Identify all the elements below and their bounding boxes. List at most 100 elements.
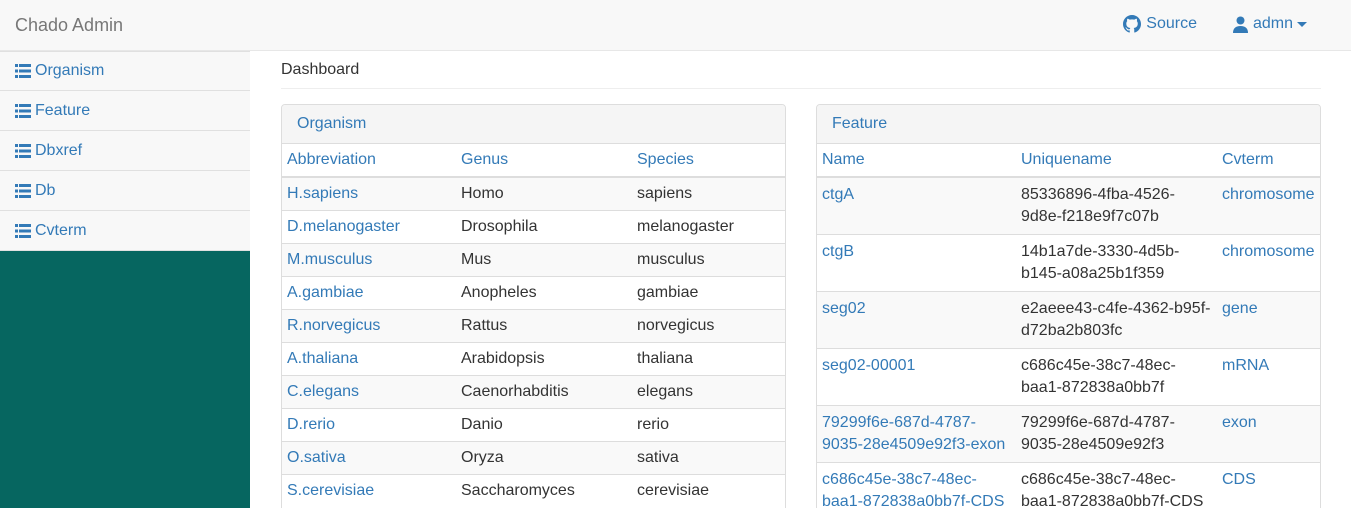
table-header-row: Abbreviation Genus Species <box>282 144 785 178</box>
organism-species: melanogaster <box>632 210 785 244</box>
table-row: O.sativa Oryza sativa <box>282 441 785 475</box>
organism-abbreviation-link[interactable]: D.rerio <box>282 408 456 442</box>
sidebar-item-cvterm[interactable]: Cvterm <box>0 211 250 251</box>
feature-name-link[interactable]: ctgB <box>817 234 1016 292</box>
feature-uniquename: 14b1a7de-3330-4d5b-b145-a08a25b1f359 <box>1016 234 1217 292</box>
organism-panel-heading[interactable]: Organism <box>282 105 785 144</box>
feature-cvterm-link[interactable]: chromosome <box>1217 234 1320 292</box>
organism-genus: Mus <box>456 243 632 277</box>
organism-abbreviation-link[interactable]: A.thaliana <box>282 342 456 376</box>
feature-cvterm-link[interactable]: mRNA <box>1217 348 1320 406</box>
app-brand[interactable]: Chado Admin <box>15 14 123 36</box>
column-header-cvterm[interactable]: Cvterm <box>1217 144 1320 178</box>
sidebar-item-label: Dbxref <box>35 141 83 159</box>
organism-species: cerevisiae <box>632 474 785 508</box>
table-header-row: Name Uniquename Cvterm <box>817 144 1320 178</box>
organism-panel: Organism Abbreviation Genus Species H.sa… <box>281 104 786 508</box>
feature-cvterm-link[interactable]: gene <box>1217 291 1320 349</box>
feature-name-link[interactable]: c686c45e-38c7-48ec-baa1-872838a0bb7f-CDS <box>817 462 1016 508</box>
column-header-species[interactable]: Species <box>632 144 785 178</box>
feature-panel-heading[interactable]: Feature <box>817 105 1320 144</box>
organism-species: sativa <box>632 441 785 475</box>
organism-species: thaliana <box>632 342 785 376</box>
feature-name-link[interactable]: 79299f6e-687d-4787-9035-28e4509e92f3-exo… <box>817 405 1016 463</box>
organism-genus: Rattus <box>456 309 632 343</box>
sidebar-item-dbxref[interactable]: Dbxref <box>0 131 250 171</box>
github-icon <box>1123 15 1142 33</box>
column-header-name[interactable]: Name <box>817 144 1016 178</box>
organism-genus: Arabidopsis <box>456 342 632 376</box>
organism-genus: Drosophila <box>456 210 632 244</box>
feature-uniquename: e2aeee43-c4fe-4362-b95f-d72ba2b803fc <box>1016 291 1217 349</box>
caret-down-icon <box>1297 21 1307 27</box>
user-label: admn <box>1252 15 1293 32</box>
feature-name-link[interactable]: seg02 <box>817 291 1016 349</box>
organism-genus: Oryza <box>456 441 632 475</box>
organism-genus: Saccharomyces <box>456 474 632 508</box>
table-row: seg02-00001 c686c45e-38c7-48ec-baa1-8728… <box>817 348 1320 406</box>
sidebar-item-label: Db <box>35 181 56 199</box>
organism-species: gambiae <box>632 276 785 310</box>
organism-species: elegans <box>632 375 785 409</box>
feature-uniquename: 79299f6e-687d-4787-9035-28e4509e92f3 <box>1016 405 1217 463</box>
organism-abbreviation-link[interactable]: D.melanogaster <box>282 210 456 244</box>
feature-name-link[interactable]: ctgA <box>817 176 1016 235</box>
feature-name-link[interactable]: seg02-00001 <box>817 348 1016 406</box>
table-row: ctgB 14b1a7de-3330-4d5b-b145-a08a25b1f35… <box>817 234 1320 292</box>
feature-table: Name Uniquename Cvterm ctgA 85336896-4fb… <box>817 144 1320 508</box>
sidebar: Organism Feature Dbxref Db Cvterm <box>0 51 250 508</box>
table-row: c686c45e-38c7-48ec-baa1-872838a0bb7f-CDS… <box>817 462 1320 508</box>
sidebar-item-db[interactable]: Db <box>0 171 250 211</box>
user-menu[interactable]: admn <box>1232 14 1307 34</box>
feature-cvterm-link[interactable]: CDS <box>1217 462 1320 508</box>
table-row: ctgA 85336896-4fba-4526-9d8e-f218e9f7c07… <box>817 176 1320 235</box>
organism-abbreviation-link[interactable]: O.sativa <box>282 441 456 475</box>
top-navbar: Chado Admin Source admn <box>0 0 1351 51</box>
table-row: A.gambiae Anopheles gambiae <box>282 276 785 310</box>
navbar-right: Source admn <box>1123 13 1307 35</box>
organism-table: Abbreviation Genus Species H.sapiens Hom… <box>282 144 785 508</box>
column-header-abbreviation[interactable]: Abbreviation <box>282 144 456 178</box>
source-link[interactable]: Source <box>1123 14 1197 34</box>
source-label: Source <box>1146 15 1197 32</box>
organism-abbreviation-link[interactable]: R.norvegicus <box>282 309 456 343</box>
list-icon <box>15 64 31 78</box>
table-row: D.rerio Danio rerio <box>282 408 785 442</box>
sidebar-item-label: Cvterm <box>35 221 87 239</box>
table-row: M.musculus Mus musculus <box>282 243 785 277</box>
column-header-genus[interactable]: Genus <box>456 144 632 178</box>
organism-abbreviation-link[interactable]: C.elegans <box>282 375 456 409</box>
table-row: D.melanogaster Drosophila melanogaster <box>282 210 785 244</box>
main-content: Dashboard Organism Abbreviation Genus Sp… <box>281 51 1321 508</box>
list-icon <box>15 143 31 158</box>
table-row: C.elegans Caenorhabditis elegans <box>282 375 785 409</box>
sidebar-item-label: Organism <box>35 62 105 79</box>
table-row: A.thaliana Arabidopsis thaliana <box>282 342 785 376</box>
table-row: R.norvegicus Rattus norvegicus <box>282 309 785 343</box>
feature-cvterm-link[interactable]: chromosome <box>1217 176 1320 235</box>
feature-cvterm-link[interactable]: exon <box>1217 405 1320 463</box>
organism-genus: Anopheles <box>456 276 632 310</box>
table-row: S.cerevisiae Saccharomyces cerevisiae <box>282 474 785 508</box>
sidebar-item-feature[interactable]: Feature <box>0 91 250 131</box>
organism-abbreviation-link[interactable]: A.gambiae <box>282 276 456 310</box>
organism-species: sapiens <box>632 176 785 211</box>
column-header-uniquename[interactable]: Uniquename <box>1016 144 1217 178</box>
feature-uniquename: c686c45e-38c7-48ec-baa1-872838a0bb7f <box>1016 348 1217 406</box>
sidebar-item-label: Feature <box>35 101 91 119</box>
organism-species: musculus <box>632 243 785 277</box>
page-title: Dashboard <box>281 51 1321 89</box>
table-row: H.sapiens Homo sapiens <box>282 176 785 211</box>
sidebar-list: Organism Feature Dbxref Db Cvterm <box>0 51 250 251</box>
organism-abbreviation-link[interactable]: M.musculus <box>282 243 456 277</box>
table-row: 79299f6e-687d-4787-9035-28e4509e92f3-exo… <box>817 405 1320 463</box>
user-icon <box>1232 16 1248 33</box>
sidebar-item-organism[interactable]: Organism <box>0 51 250 91</box>
organism-abbreviation-link[interactable]: H.sapiens <box>282 176 456 211</box>
feature-uniquename: c686c45e-38c7-48ec-baa1-872838a0bb7f-CDS <box>1016 462 1217 508</box>
list-icon <box>15 183 31 198</box>
organism-genus: Danio <box>456 408 632 442</box>
feature-uniquename: 85336896-4fba-4526-9d8e-f218e9f7c07b <box>1016 176 1217 235</box>
organism-species: rerio <box>632 408 785 442</box>
organism-abbreviation-link[interactable]: S.cerevisiae <box>282 474 456 508</box>
